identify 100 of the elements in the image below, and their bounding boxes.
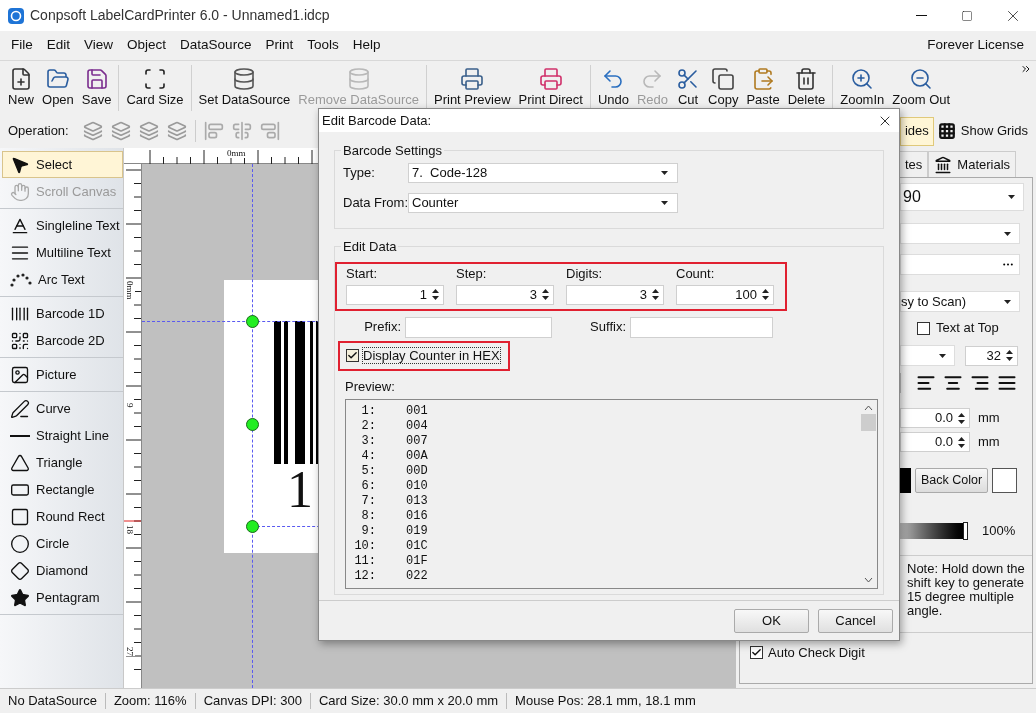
browse-field[interactable] <box>900 254 1020 275</box>
preview-value: 00A <box>406 447 428 465</box>
menu-item[interactable]: Help <box>345 35 388 56</box>
align-left-icon[interactable] <box>916 373 936 393</box>
menu-item[interactable]: Edit <box>39 35 78 56</box>
grids-button[interactable]: Show Grids <box>933 116 1032 146</box>
preview-value: 010 <box>406 477 428 495</box>
toolbar-button[interactable]: Print Preview <box>430 62 515 113</box>
preview-value: 01C <box>406 537 428 555</box>
toolbar-button[interactable]: Paste <box>742 62 784 113</box>
menu-item[interactable]: View <box>77 35 121 56</box>
tool-item[interactable]: Pentagram <box>2 584 123 611</box>
field-label: Count: <box>676 265 716 282</box>
scroll-thumb[interactable] <box>861 414 876 431</box>
ruler-label: 0mm <box>125 281 135 300</box>
tool-item[interactable]: Select <box>2 151 123 178</box>
align-justify-icon[interactable] <box>997 373 1017 393</box>
prefix-field[interactable] <box>405 316 552 338</box>
toolbar-button[interactable]: Print Direct <box>514 62 587 113</box>
tool-item[interactable]: Circle <box>2 530 123 557</box>
tool-item[interactable]: Triangle <box>2 449 123 476</box>
scroll-down-icon[interactable] <box>864 577 873 583</box>
toolbar-button[interactable]: Undo <box>593 62 633 113</box>
menu-item[interactable]: Tools <box>300 35 346 56</box>
number-field[interactable]: 32 <box>965 345 1018 366</box>
field-label: Suffix: <box>589 318 627 337</box>
dropdown[interactable]: sy to Scan) <box>900 291 1020 312</box>
arc-text-icon <box>10 272 32 287</box>
opacity-slider[interactable] <box>900 522 968 539</box>
toolbar-button[interactable]: Delete <box>783 62 830 113</box>
maximize-icon <box>961 9 973 22</box>
trash-icon <box>794 66 819 91</box>
dropdown-caret-icon <box>661 170 668 175</box>
menu-item[interactable]: DataSource <box>173 35 259 56</box>
minimize-icon <box>915 15 927 16</box>
menu-item[interactable]: Object <box>120 35 174 56</box>
tool-item[interactable]: Picture <box>2 361 123 388</box>
tool-item[interactable]: Singleline Text <box>2 212 123 239</box>
toolbar-button[interactable]: Open <box>38 62 78 113</box>
number-field[interactable]: 3 <box>456 284 554 305</box>
slider-thumb[interactable] <box>963 521 968 540</box>
toolbar-button[interactable]: Set DataSource <box>194 62 295 113</box>
number-field[interactable]: 100 <box>676 284 774 305</box>
scroll-up-icon[interactable] <box>864 405 873 411</box>
more-icon[interactable] <box>1020 63 1032 75</box>
toolbar-button[interactable]: ZoomIn <box>836 62 889 113</box>
preview-value: 01F <box>406 552 428 570</box>
grid-icon <box>937 122 956 140</box>
row-index: 2: <box>360 417 376 435</box>
dropdown-caret-icon <box>1004 299 1011 304</box>
tool-item[interactable]: Round Rect <box>2 503 123 530</box>
checkbox[interactable] <box>346 349 359 362</box>
number-field[interactable]: 1 <box>346 284 444 305</box>
hand-icon <box>10 181 30 202</box>
checkbox-label: Text at Top <box>936 319 999 338</box>
checkbox-label[interactable]: Display Counter in HEX <box>362 347 501 364</box>
back-color-button[interactable]: Back Color <box>915 468 989 493</box>
tool-item[interactable]: Straight Line <box>2 422 123 449</box>
tool-item[interactable]: Diamond <box>2 557 123 584</box>
dialog-button[interactable]: OK <box>734 608 809 633</box>
tool-item[interactable]: Curve <box>2 395 123 422</box>
tool-item[interactable]: Arc Text <box>2 266 123 293</box>
tool-item[interactable]: Barcode 2D <box>2 327 123 354</box>
panel-tab[interactable]: tes <box>899 151 929 177</box>
line-icon <box>10 434 30 437</box>
tool-item[interactable]: Barcode 1D <box>2 300 123 327</box>
preview-value: 016 <box>406 507 428 525</box>
toolbar-button[interactable]: Save <box>77 62 116 113</box>
toolbar-button[interactable]: Cut <box>672 62 705 113</box>
ruler-label: 27 <box>125 647 135 656</box>
checkbox[interactable] <box>750 645 763 659</box>
dropdown[interactable]: 7. Code-128 <box>408 162 678 183</box>
toolbar-button[interactable]: Copy <box>704 62 743 113</box>
suffix-field[interactable] <box>630 316 773 338</box>
number-field[interactable]: 0.0 <box>900 432 970 452</box>
menu-item[interactable]: Print <box>258 35 301 56</box>
toolbar-button[interactable]: Zoom Out <box>888 62 955 113</box>
toolbar-button[interactable]: New <box>4 62 38 113</box>
dialog-button[interactable]: Cancel <box>818 608 893 633</box>
dropdown[interactable]: Counter <box>408 192 678 213</box>
row-index: 6: <box>360 477 376 495</box>
align-center-icon[interactable] <box>943 373 963 393</box>
color-swatch[interactable] <box>992 468 1018 493</box>
tool-item[interactable]: Rectangle <box>2 476 123 503</box>
number-field[interactable]: 3 <box>566 284 664 305</box>
guides-button[interactable]: ides <box>899 116 934 146</box>
number-field[interactable]: 0.0 <box>900 408 970 428</box>
panel-tab[interactable]: Materials <box>928 151 1017 177</box>
row-index: 1: <box>360 402 376 420</box>
spin-arrows-icon <box>432 288 439 301</box>
status-text: Zoom: 116% <box>112 692 188 711</box>
status-text: Canvas DPI: 300 <box>202 692 303 711</box>
toolbar-button[interactable]: Card Size <box>122 62 188 113</box>
status-text: Mouse Pos: 28.1 mm, 18.1 mm <box>514 692 697 711</box>
dropdown[interactable]: 90 <box>900 183 1024 211</box>
checkbox[interactable] <box>917 321 930 335</box>
menu-item[interactable]: File <box>4 35 40 56</box>
zoom-out-icon <box>909 66 934 91</box>
tool-item[interactable]: Multiline Text <box>2 239 123 266</box>
align-right-icon[interactable] <box>970 373 990 393</box>
